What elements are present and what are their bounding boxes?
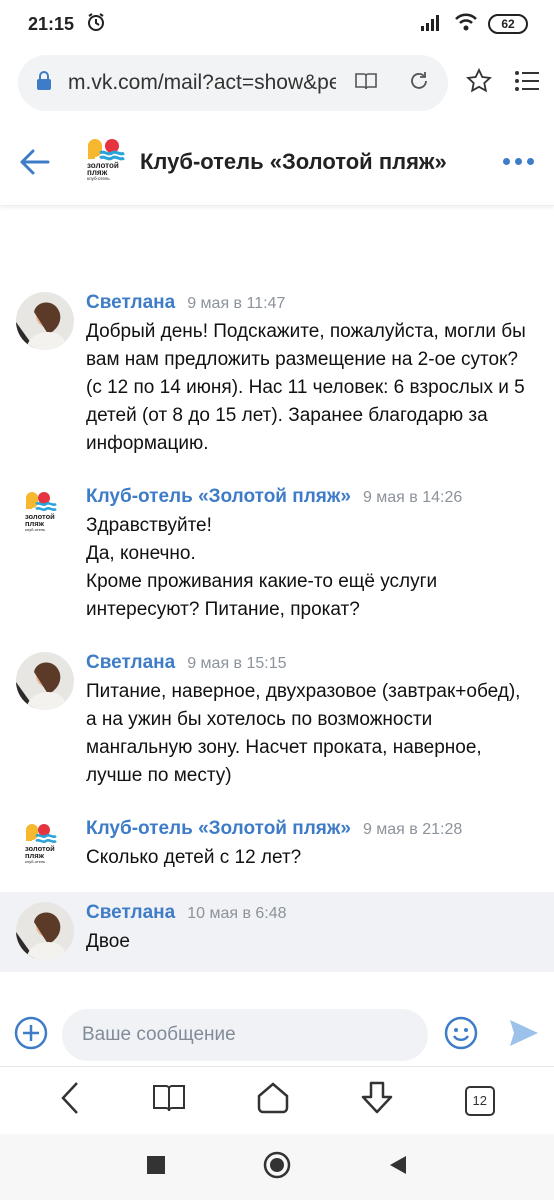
chat-title: Клуб-отель «Золотой пляж» [140, 148, 447, 174]
avatar[interactable] [16, 652, 74, 710]
message-item: золотой пляж клуб-отель Клуб-отель «Золо… [0, 808, 554, 888]
download-icon[interactable] [360, 1081, 394, 1120]
message-author[interactable]: Светлана [86, 652, 175, 674]
book-icon[interactable] [354, 71, 378, 96]
tabs-counter[interactable]: 12 [464, 1085, 495, 1116]
signal-icon [420, 13, 444, 36]
message-item: Светлана 9 мая в 11:47 Добрый день! Подс… [0, 282, 554, 470]
message-text: Сколько детей с 12 лет? [86, 847, 302, 868]
message-item: Светлана 9 мая в 15:15 Питание, наверное… [0, 642, 554, 802]
bookmarks-book-icon[interactable] [152, 1083, 186, 1118]
browser-toolbar: m.vk.com/mail?act=show&pee [0, 48, 554, 118]
system-navigation [0, 1134, 554, 1200]
emoji-icon[interactable] [444, 1016, 478, 1055]
home-circle-icon[interactable] [263, 1151, 291, 1184]
wifi-icon [454, 13, 478, 36]
lock-icon [36, 70, 52, 96]
message-time: 9 мая в 15:15 [187, 655, 287, 672]
message-line: Здравствуйте! [86, 515, 212, 536]
message-time: 9 мая в 14:26 [362, 489, 463, 506]
avatar[interactable] [16, 902, 74, 960]
back-chevron-icon[interactable] [59, 1081, 81, 1120]
alarm-clock-icon [86, 12, 106, 37]
chat-header: золотой пляж клуб-отель Клуб-отель «Золо… [0, 118, 554, 206]
hotel-logo[interactable]: золотой пляж клуб-отель [86, 137, 126, 186]
message-author[interactable]: Светлана [86, 292, 175, 314]
avatar[interactable] [16, 292, 74, 350]
more-options-icon[interactable] [503, 158, 534, 165]
battery-indicator: 62 [488, 14, 528, 34]
add-attachment-icon[interactable] [14, 1016, 48, 1055]
message-line: Кроме проживания какие-то ещё услуги инт… [86, 571, 438, 620]
url-text[interactable]: m.vk.com/mail?act=show&pee [68, 71, 336, 95]
star-icon[interactable] [466, 67, 492, 99]
message-text: Добрый день! Подскажите, пожалуйста, мог… [86, 321, 526, 454]
back-arrow-icon[interactable] [20, 145, 54, 179]
message-item: золотой пляж клуб-отель Клуб-отель «Золо… [0, 476, 554, 636]
browser-navigation: 12 [0, 1066, 554, 1134]
back-triangle-icon[interactable] [389, 1155, 407, 1180]
status-time: 21:15 [28, 13, 75, 34]
svg-text:клуб-отель: клуб-отель [25, 859, 45, 864]
hotel-logo-avatar[interactable]: золотой пляж клуб-отель [16, 818, 74, 876]
message-text: Здравствуйте! Да, конечно. Кроме прожива… [86, 512, 534, 624]
message-input[interactable]: Ваше сообщение [62, 1009, 428, 1061]
message-author[interactable]: Клуб-отель «Золотой пляж» [86, 486, 351, 508]
recents-square-icon[interactable] [147, 1155, 165, 1179]
svg-text:клуб-отель: клуб-отель [87, 176, 110, 181]
message-author[interactable]: Клуб-отель «Золотой пляж» [86, 818, 351, 840]
message-line: Да, конечно. [86, 543, 196, 564]
status-bar: 21:15 62 [0, 0, 554, 48]
svg-text:клуб-отель: клуб-отель [25, 527, 45, 532]
address-bar[interactable]: m.vk.com/mail?act=show&pee [18, 55, 448, 111]
message-text: Питание, наверное, двухразовое (завтрак+… [86, 681, 521, 786]
message-composer: Ваше сообщение [0, 1004, 554, 1066]
message-list: Светлана 9 мая в 11:47 Добрый день! Подс… [0, 282, 554, 972]
message-time: 9 мая в 11:47 [187, 295, 286, 312]
home-icon[interactable] [256, 1082, 290, 1119]
message-author[interactable]: Светлана [86, 902, 175, 924]
hotel-logo-avatar[interactable]: золотой пляж клуб-отель [16, 486, 74, 544]
message-text: Двое [86, 931, 130, 952]
reload-icon[interactable] [408, 70, 430, 97]
message-time: 9 мая в 21:28 [362, 821, 463, 838]
message-time: 10 мая в 6:48 [187, 905, 287, 922]
list-menu-icon[interactable] [514, 70, 540, 97]
send-icon[interactable] [508, 1018, 540, 1053]
message-item-highlighted: Светлана 10 мая в 6:48 Двое [0, 892, 554, 972]
